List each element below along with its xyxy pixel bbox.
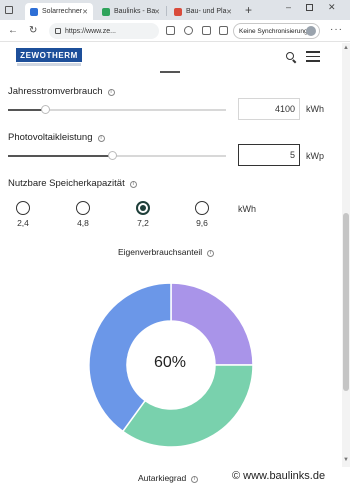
slider-thumb[interactable] — [40, 105, 50, 114]
sync-label: Keine Synchronisierung — [239, 27, 308, 35]
watermark: © www.baulinks.de — [232, 470, 326, 482]
storage-unit: kWh — [238, 204, 256, 214]
slider-fill — [8, 155, 113, 157]
pv-power-slider[interactable] — [8, 151, 226, 160]
storage-option-radio[interactable] — [76, 201, 90, 215]
collections-icon[interactable] — [202, 26, 211, 35]
sync-profile-button[interactable]: Keine Synchronisierung — [233, 23, 320, 39]
window-menu-icon[interactable] — [5, 6, 13, 14]
tab-bau-und-plan[interactable]: Bau- und Pla ✕ — [169, 3, 237, 20]
autarky-title: Autarkiegrad i — [138, 473, 199, 483]
tab-label: Solarrechner — [42, 8, 83, 15]
info-icon[interactable]: i — [191, 476, 199, 483]
browser-menu-icon[interactable]: ··· — [330, 24, 343, 35]
pv-power-unit: kWp — [306, 151, 324, 161]
annual-consumption-slider[interactable] — [8, 105, 226, 114]
pv-power-label: Photovoltaikleistung i — [8, 132, 105, 143]
url-text: https://www.ze... — [65, 27, 116, 35]
tab-separator — [166, 6, 167, 16]
tab-baulinks[interactable]: Baulinks - Ba ✕ — [97, 3, 165, 20]
storage-option-radio-selected[interactable] — [136, 201, 150, 215]
tab-solarrechner[interactable]: Solarrechner ✕ — [25, 3, 93, 20]
logo-tagline — [17, 63, 81, 66]
chart-title: Eigenverbrauchsanteil i — [118, 247, 215, 257]
page-scrollbar[interactable]: ▲ ▼ — [342, 43, 350, 467]
storage-option-label: 9,6 — [196, 218, 208, 228]
storage-option-radio[interactable] — [16, 201, 30, 215]
solar-favicon-icon — [30, 7, 38, 16]
info-icon[interactable]: i — [107, 89, 115, 96]
bau-favicon-icon — [174, 7, 182, 16]
minimize-button[interactable]: – — [286, 2, 291, 12]
url-field[interactable]: https://www.ze... — [49, 23, 159, 39]
header-divider — [160, 71, 180, 73]
donut-slice-0 — [170, 282, 254, 366]
storage-option-radio[interactable] — [195, 201, 209, 215]
storage-option-label: 4,8 — [77, 218, 89, 228]
read-aloud-icon[interactable] — [166, 26, 175, 35]
maximize-button[interactable] — [306, 4, 313, 11]
annual-consumption-label: Jahresstromverbrauch i — [8, 86, 115, 97]
donut-center-value: 60% — [153, 354, 187, 371]
info-icon[interactable]: i — [97, 135, 105, 142]
lock-icon — [55, 28, 61, 34]
scrollbar-thumb[interactable] — [343, 213, 349, 391]
tab-label: Bau- und Pla — [186, 8, 227, 15]
hamburger-menu-icon[interactable] — [306, 51, 320, 63]
slider-thumb[interactable] — [108, 151, 118, 160]
annual-consumption-input[interactable]: 4100 — [238, 98, 300, 120]
storage-option-label: 7,2 — [137, 218, 149, 228]
info-icon[interactable]: i — [129, 181, 137, 188]
favorites-star-icon[interactable] — [184, 26, 193, 35]
storage-option-label: 2,4 — [17, 218, 29, 228]
pv-power-input[interactable]: 5 — [238, 144, 300, 166]
site-header: ZEWOTHERM — [0, 43, 342, 73]
info-icon[interactable]: i — [207, 250, 215, 257]
back-arrow-icon[interactable]: ← — [8, 24, 18, 38]
avatar — [306, 26, 316, 36]
browser-tab-bar: Solarrechner ✕ Baulinks - Ba ✕ Bau- und … — [0, 0, 350, 20]
extensions-icon[interactable] — [219, 26, 228, 35]
search-icon[interactable] — [286, 52, 294, 60]
slider-fill — [8, 109, 46, 111]
storage-capacity-label: Nutzbare Speicherkapazität i — [8, 178, 137, 189]
close-tab-icon[interactable]: ✕ — [154, 8, 160, 16]
donut-slice-1 — [121, 364, 254, 448]
close-tab-icon[interactable]: ✕ — [226, 8, 232, 16]
refresh-icon[interactable]: ↻ — [29, 24, 37, 38]
baulinks-favicon-icon — [102, 7, 110, 16]
scroll-down-icon[interactable]: ▼ — [343, 457, 349, 463]
zewotherm-logo[interactable]: ZEWOTHERM — [16, 48, 82, 62]
close-tab-icon[interactable]: ✕ — [82, 8, 88, 16]
annual-consumption-unit: kWh — [306, 104, 324, 114]
new-tab-button[interactable]: + — [245, 3, 252, 17]
address-bar: ← ↻ https://www.ze... Keine Synchronisie… — [0, 20, 350, 42]
tab-label: Baulinks - Ba — [114, 8, 156, 15]
scroll-up-icon[interactable]: ▲ — [343, 45, 349, 51]
close-window-button[interactable]: ✕ — [328, 2, 336, 13]
